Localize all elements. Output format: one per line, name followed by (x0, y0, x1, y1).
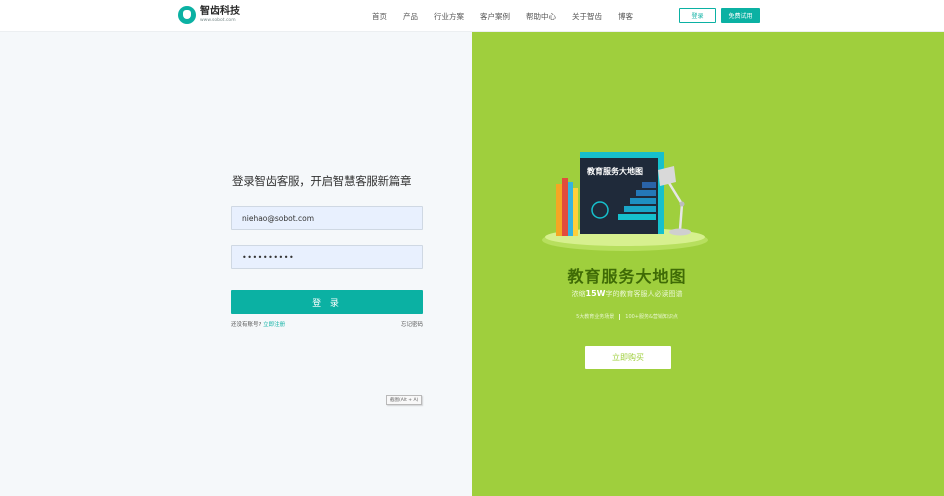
promo-subtitle-highlight: 15W (585, 289, 606, 298)
stair-step (630, 198, 656, 204)
nav-help-center[interactable]: 帮助中心 (526, 11, 556, 22)
lamp-arm-lower (678, 203, 684, 231)
stair-step (624, 206, 656, 212)
tooth-logo-icon (178, 6, 196, 24)
promo-stat-divider (619, 313, 621, 320)
stair-step (636, 190, 656, 196)
stair-step (642, 182, 656, 188)
logo-url: www.sobot.com (200, 17, 236, 23)
nav-about[interactable]: 关于智齿 (572, 11, 602, 22)
forgot-password-link[interactable]: 忘记密码 (401, 320, 423, 328)
promo-stat-scenarios: 5大教育业务场景 (576, 314, 615, 320)
book-lamp-illustration: 教育服务大地图 (542, 152, 708, 251)
screenshot-tooltip: 截图(Alt + A) (386, 395, 423, 405)
nav-home[interactable]: 首页 (372, 11, 387, 22)
stair-step (618, 214, 656, 220)
header-login-button[interactable]: 登录 (679, 8, 716, 23)
login-submit-button[interactable]: 登 录 (231, 290, 423, 314)
book-yellow (573, 188, 578, 236)
featured-book-top (580, 152, 664, 158)
login-title: 登录智齿客服，开启智慧客服新篇章 (232, 174, 412, 188)
logo-name: 智齿科技 (200, 5, 240, 17)
book-red (562, 178, 568, 236)
book-orange (556, 184, 562, 236)
main-nav: 首页 产品 行业方案 客户案例 帮助中心 关于智齿 博客 (372, 0, 649, 32)
featured-book-spine (658, 152, 664, 234)
register-link[interactable]: 立即注册 (263, 322, 285, 328)
password-field[interactable]: •••••••••• (231, 245, 423, 269)
no-account-text: 还没有账号? (231, 322, 262, 328)
nav-customer-cases[interactable]: 客户案例 (480, 11, 510, 22)
nav-blog[interactable]: 博客 (618, 11, 633, 22)
featured-book-title: 教育服务大地图 (586, 166, 643, 176)
nav-products[interactable]: 产品 (403, 11, 418, 22)
book-blue (568, 182, 573, 236)
buy-now-button[interactable]: 立即购买 (585, 346, 671, 369)
promo-title: 教育服务大地图 (567, 267, 687, 286)
email-field[interactable]: niehao@sobot.com (231, 206, 423, 230)
top-navbar: 智齿科技 www.sobot.com 首页 产品 行业方案 客户案例 帮助中心 … (0, 0, 944, 32)
nav-solutions[interactable]: 行业方案 (434, 11, 464, 22)
lamp-joint (679, 201, 685, 207)
free-trial-button[interactable]: 免费试用 (721, 8, 760, 23)
promo-stat-knowledge: 100+服务&营销知识点 (625, 314, 678, 320)
lamp-base (669, 228, 691, 236)
logo[interactable]: 智齿科技 www.sobot.com (178, 6, 240, 24)
promo-subtitle: 浓缩15W字的教育客服人必读图谱 (571, 289, 683, 298)
login-links-row: 还没有账号? 立即注册 忘记密码 (231, 320, 423, 328)
promo-stats: 5大教育业务场景 100+服务&营销知识点 (472, 313, 782, 320)
